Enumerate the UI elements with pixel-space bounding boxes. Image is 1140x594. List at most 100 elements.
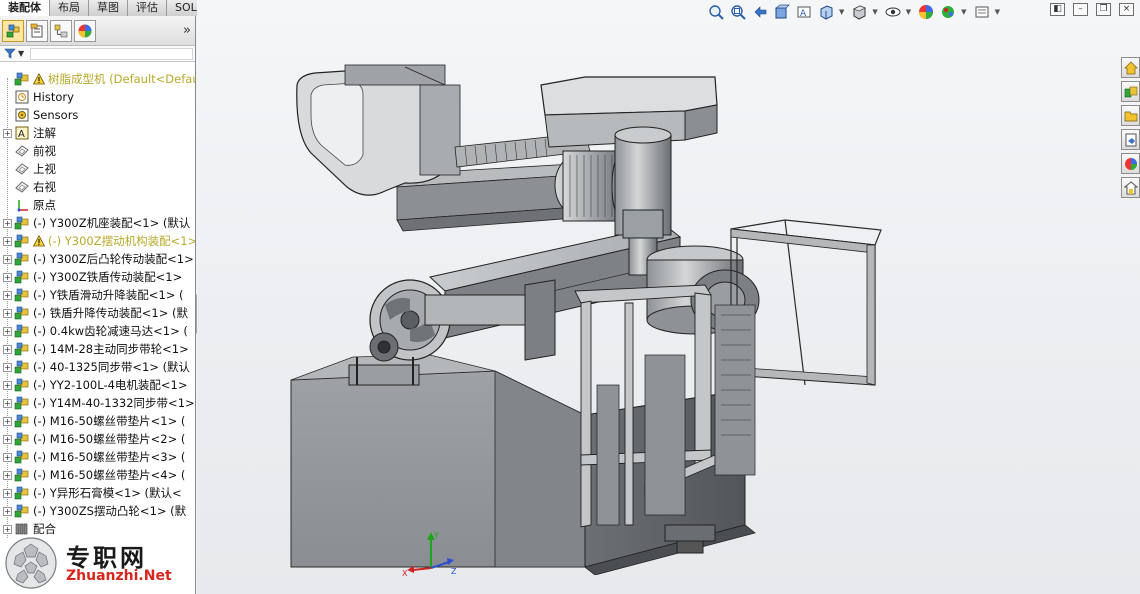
design-library-icon[interactable] [1121,81,1140,102]
tree-item[interactable]: + (-) Y300Z铁盾传动装配<1> [0,268,195,286]
tree-item-label: (-) Y300Z摆动机构装配<1> [48,234,196,248]
expand-icon[interactable]: + [3,470,12,480]
tree-item[interactable]: + (-) 铁盾升降传动装配<1> (默 [0,304,195,322]
view-settings-icon[interactable] [973,3,991,21]
tree-item[interactable]: History [0,88,195,106]
tree-item-label: (-) Y300Z后凸轮传动装配<1> [33,252,194,266]
assembly-icon [14,378,30,392]
tree-item[interactable]: + (-) 40-1325同步带<1> (默认 [0,358,195,376]
expand-icon[interactable]: + [3,236,12,246]
hide-show-icon[interactable] [884,3,902,21]
expand-icon[interactable]: + [3,362,12,372]
panel-more-button[interactable]: » [183,23,191,38]
tree-item[interactable]: + (-) Y异形石膏模<1> (默认< [0,484,195,502]
restore-icon[interactable]: ❐ [1096,3,1111,16]
watermark-url-text: Zhuanzhi.Net [66,568,172,584]
home-icon[interactable] [1121,57,1140,78]
tree-item[interactable]: 原点 [0,196,195,214]
tab-1[interactable]: 布局 [50,0,89,16]
filter-icon[interactable] [4,48,16,59]
close-icon[interactable]: × [1119,3,1134,16]
assembly-icon [14,252,30,266]
expand-icon[interactable]: + [3,452,12,462]
appearances-icon[interactable] [1121,153,1140,174]
expand-icon[interactable]: + [3,398,12,408]
dropdown-arrow-icon[interactable]: ▼ [906,8,911,16]
dropdown-arrow-icon[interactable]: ▼ [961,8,966,16]
view-orientation-icon[interactable] [817,3,835,21]
feature-filter[interactable]: ▼ [0,46,195,62]
expand-icon[interactable]: + [3,254,12,264]
expand-icon[interactable]: + [3,380,12,390]
dropdown-arrow-icon[interactable]: ▼ [839,8,844,16]
tree-item-label: (-) Y300Z铁盾传动装配<1> [33,270,183,284]
tree-item[interactable]: + (-) Y14M-40-1332同步带<1> [0,394,195,412]
tree-item[interactable]: 前视 [0,142,195,160]
tree-item-label: 右视 [33,180,56,194]
displaymanager-icon[interactable] [74,19,96,42]
file-explorer-icon[interactable] [1121,105,1140,126]
tree-item[interactable]: + (-) YY2-100L-4电机装配<1> [0,376,195,394]
feature-tree: 树脂成型机 (Default<Default History Sensors + A 注… [0,70,196,538]
tree-root[interactable]: 树脂成型机 (Default<Default [0,70,195,88]
expand-icon[interactable]: + [3,344,12,354]
tree-item[interactable]: + (-) Y300Z后凸轮传动装配<1> [0,250,195,268]
warning-icon [33,73,45,85]
tree-item[interactable]: + (-) Y300ZS摆动凸轮<1> (默 [0,502,195,520]
tree-item-label: (-) 0.4kw齿轮减速马达<1> ( [33,324,188,338]
tree-item[interactable]: 右视 [0,178,195,196]
expand-icon[interactable]: + [3,488,12,498]
tree-item[interactable]: + (-) M16-50螺丝带垫片<1> ( [0,412,195,430]
featuremanager-icon[interactable] [2,19,24,42]
expand-icon[interactable]: + [3,506,12,516]
apply-scene-icon[interactable] [939,3,957,21]
expand-icon[interactable]: + [3,308,12,318]
tree-item[interactable]: 上视 [0,160,195,178]
expand-icon[interactable]: + [3,416,12,426]
tree-item[interactable]: + (-) 14M-28主动同步带轮<1> [0,340,195,358]
view-palette-icon[interactable] [1121,129,1140,150]
tree-item-label: (-) YY2-100L-4电机装配<1> [33,378,188,392]
assembly-icon [14,360,30,374]
filter-dropdown-icon[interactable]: ▼ [18,49,24,58]
tree-item[interactable]: + (-) M16-50螺丝带垫片<2> ( [0,430,195,448]
tree-item[interactable]: + (-) 0.4kw齿轮减速马达<1> ( [0,322,195,340]
tab-2[interactable]: 草图 [89,0,128,16]
expand-icon[interactable]: + [3,218,12,228]
filter-input[interactable] [30,47,193,60]
assembly-model[interactable] [285,55,905,575]
zoom-to-fit-icon[interactable] [707,3,725,21]
dynamic-annotation-icon[interactable]: A [795,3,813,21]
edit-appearance-icon[interactable] [917,3,935,21]
tree-item[interactable]: + (-) M16-50螺丝带垫片<4> ( [0,466,195,484]
tree-item-label: (-) 铁盾升降传动装配<1> (默 [33,306,189,320]
expand-icon[interactable]: + [3,272,12,282]
tree-item[interactable]: Sensors [0,106,195,124]
tree-item[interactable]: + (-) Y铁盾滑动升降装配<1> ( [0,286,195,304]
window-controls: ◧ – ❐ × [1042,3,1134,16]
configurationmanager-icon[interactable] [50,19,72,42]
graphics-area[interactable]: A ▼ ▼ ▼ ▼ ▼ ◧ – ❐ × Y Z X [197,0,1140,594]
expand-icon[interactable]: + [3,290,12,300]
tab-0[interactable]: 装配体 [0,0,50,16]
expand-icon[interactable]: + [3,128,12,138]
previous-view-icon[interactable] [751,3,769,21]
display-style-icon[interactable] [850,3,868,21]
zoom-area-icon[interactable] [729,3,747,21]
watermark-logo [5,537,57,589]
dropdown-arrow-icon[interactable]: ▼ [872,8,877,16]
tile-left-icon[interactable]: ◧ [1050,3,1065,16]
tab-3[interactable]: 评估 [128,0,167,16]
tile-right-icon[interactable]: – [1073,3,1088,16]
tree-item-label: (-) M16-50螺丝带垫片<4> ( [33,468,186,482]
tree-item[interactable]: + A 注解 [0,124,195,142]
expand-icon[interactable]: + [3,434,12,444]
tree-item[interactable]: + (-) M16-50螺丝带垫片<3> ( [0,448,195,466]
custom-properties-icon[interactable] [1121,177,1140,198]
tree-item[interactable]: + (-) Y300Z机座装配<1> (默认 [0,214,195,232]
dropdown-arrow-icon[interactable]: ▼ [995,8,1000,16]
tree-item[interactable]: + (-) Y300Z摆动机构装配<1> [0,232,196,250]
section-view-icon[interactable] [773,3,791,21]
propertymanager-icon[interactable] [26,19,48,42]
expand-icon[interactable]: + [3,326,12,336]
